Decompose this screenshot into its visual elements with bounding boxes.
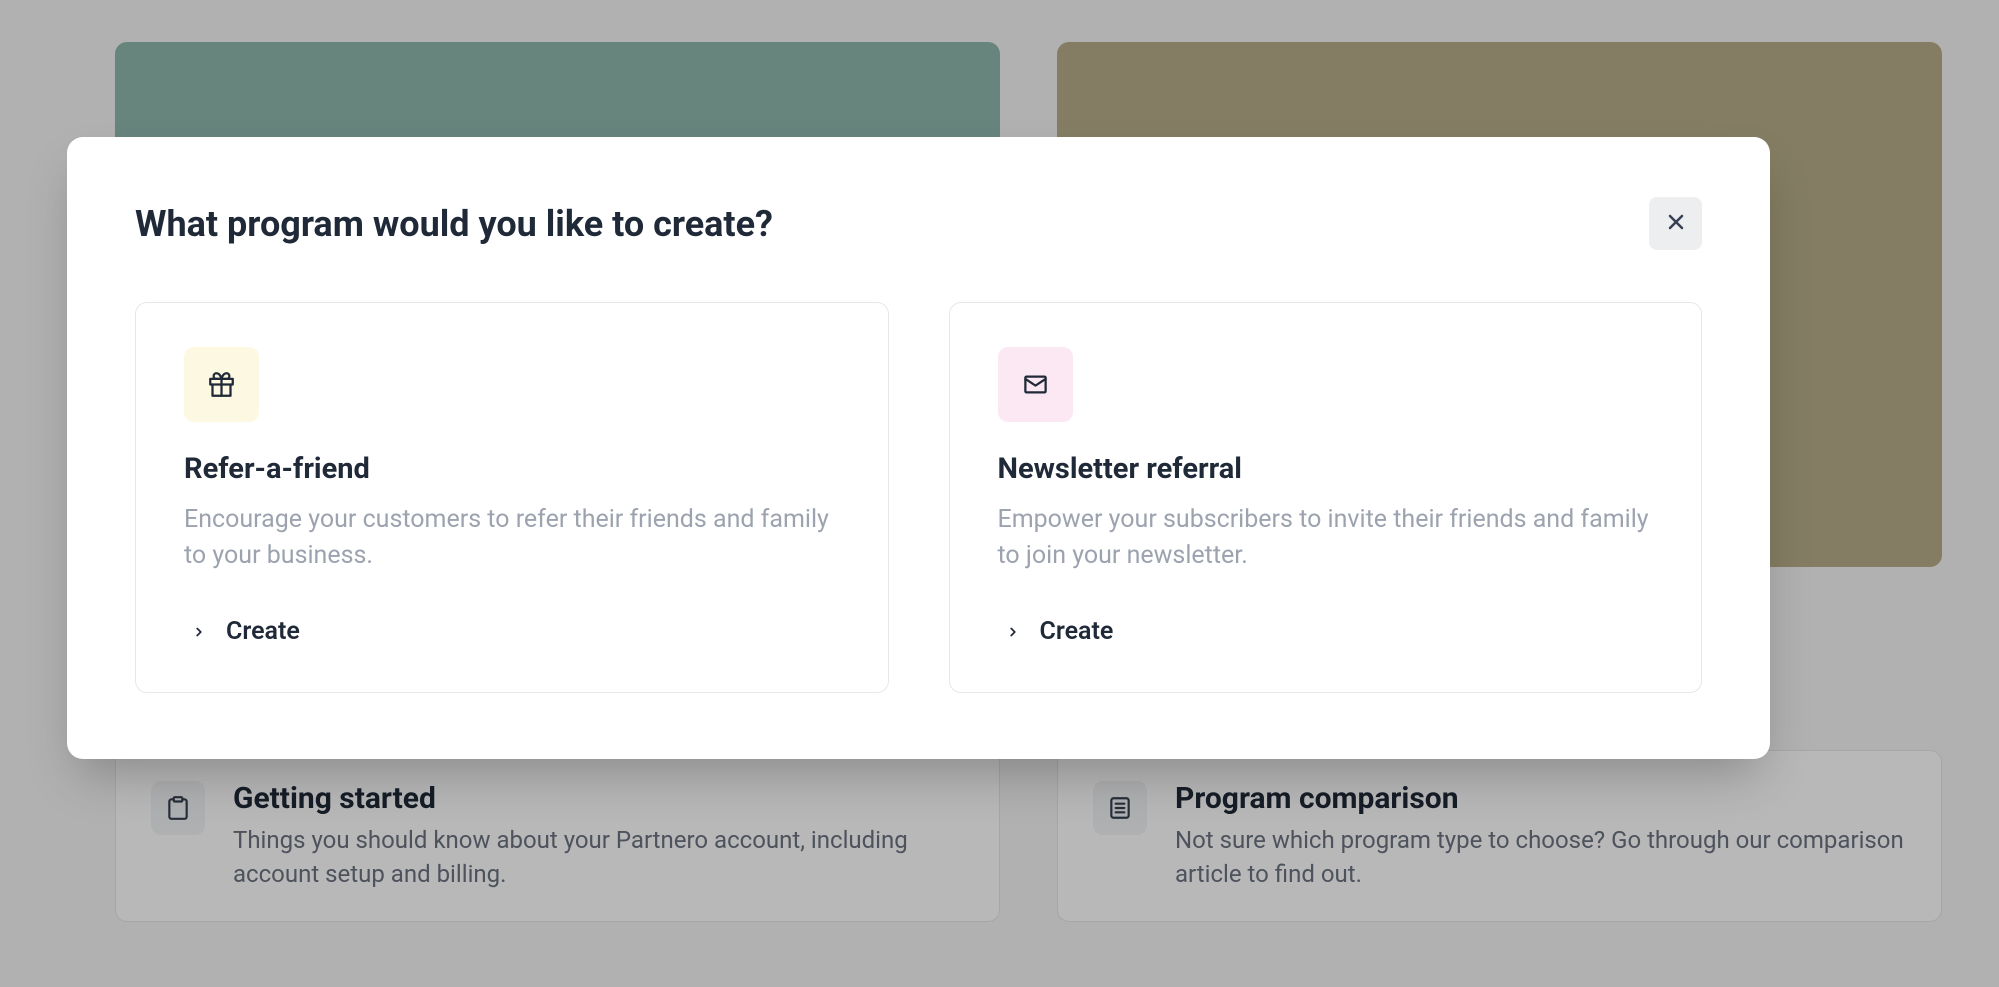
gift-icon [184, 347, 259, 422]
chevron-right-icon [192, 617, 206, 646]
option-description: Encourage your customers to refer their … [184, 502, 840, 575]
close-button[interactable] [1649, 197, 1702, 250]
option-description: Empower your subscribers to invite their… [998, 502, 1654, 575]
chevron-right-icon [1006, 617, 1020, 646]
option-card-newsletter-referral[interactable]: Newsletter referral Empower your subscri… [949, 302, 1703, 693]
option-title: Newsletter referral [998, 452, 1654, 486]
modal-title: What program would you like to create? [135, 203, 773, 245]
create-label: Create [226, 617, 300, 646]
create-label: Create [1040, 617, 1114, 646]
create-program-modal: What program would you like to create? R… [67, 137, 1770, 759]
option-card-refer-a-friend[interactable]: Refer-a-friend Encourage your customers … [135, 302, 889, 693]
create-button-refer-a-friend[interactable]: Create [184, 617, 300, 646]
close-icon [1664, 210, 1688, 237]
option-title: Refer-a-friend [184, 452, 840, 486]
create-button-newsletter-referral[interactable]: Create [998, 617, 1114, 646]
envelope-icon [998, 347, 1073, 422]
